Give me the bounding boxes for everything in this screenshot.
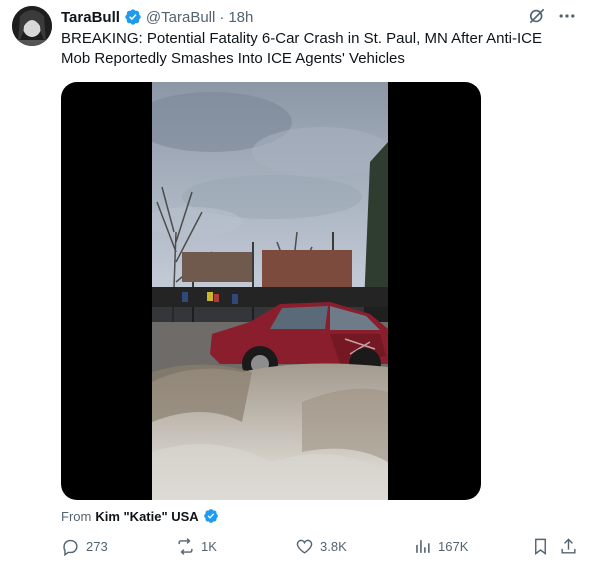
more-icon[interactable]	[557, 6, 577, 26]
repost-button[interactable]: 1K	[176, 537, 217, 556]
author-handle[interactable]: @TaraBull	[146, 9, 215, 26]
grok-icon[interactable]	[527, 6, 547, 26]
attribution-prefix: From	[61, 508, 92, 524]
views-icon	[416, 540, 430, 553]
attribution-source-link[interactable]: Kim "Katie" USA	[95, 509, 198, 524]
view-count: 167K	[438, 539, 469, 554]
tweet-header: TaraBull @TaraBull · 18h	[61, 7, 253, 27]
verified-badge-icon	[203, 508, 219, 524]
share-icon	[561, 538, 576, 554]
tweet-text: BREAKING: Potential Fatality 6-Car Crash…	[61, 30, 543, 67]
reply-count: 273	[86, 539, 108, 554]
tweet[interactable]: TaraBull @TaraBull · 18h BREAKING: Poten…	[0, 0, 591, 564]
author-name[interactable]: TaraBull	[61, 9, 120, 26]
repost-icon	[178, 538, 193, 555]
top-actions	[527, 6, 577, 26]
verified-badge-icon	[124, 8, 142, 26]
action-bar: 273 1K 3.8K 167K	[61, 537, 581, 559]
avatar[interactable]	[12, 6, 52, 46]
bookmark-icon	[535, 538, 546, 556]
reply-button[interactable]: 273	[61, 537, 108, 556]
heart-icon	[296, 539, 313, 554]
repost-count: 1K	[201, 539, 217, 554]
bookmark-button[interactable]	[531, 537, 550, 556]
video-frame	[152, 82, 388, 500]
share-button[interactable]	[559, 537, 578, 556]
video-player[interactable]	[61, 82, 481, 500]
like-count: 3.8K	[320, 539, 347, 554]
reply-icon	[63, 539, 78, 556]
tweet-time[interactable]: 18h	[228, 9, 253, 26]
like-button[interactable]: 3.8K	[295, 537, 347, 556]
time-separator: ·	[219, 8, 225, 26]
video-attribution: From Kim "Katie" USA	[61, 508, 219, 524]
views-button[interactable]: 167K	[413, 537, 468, 556]
